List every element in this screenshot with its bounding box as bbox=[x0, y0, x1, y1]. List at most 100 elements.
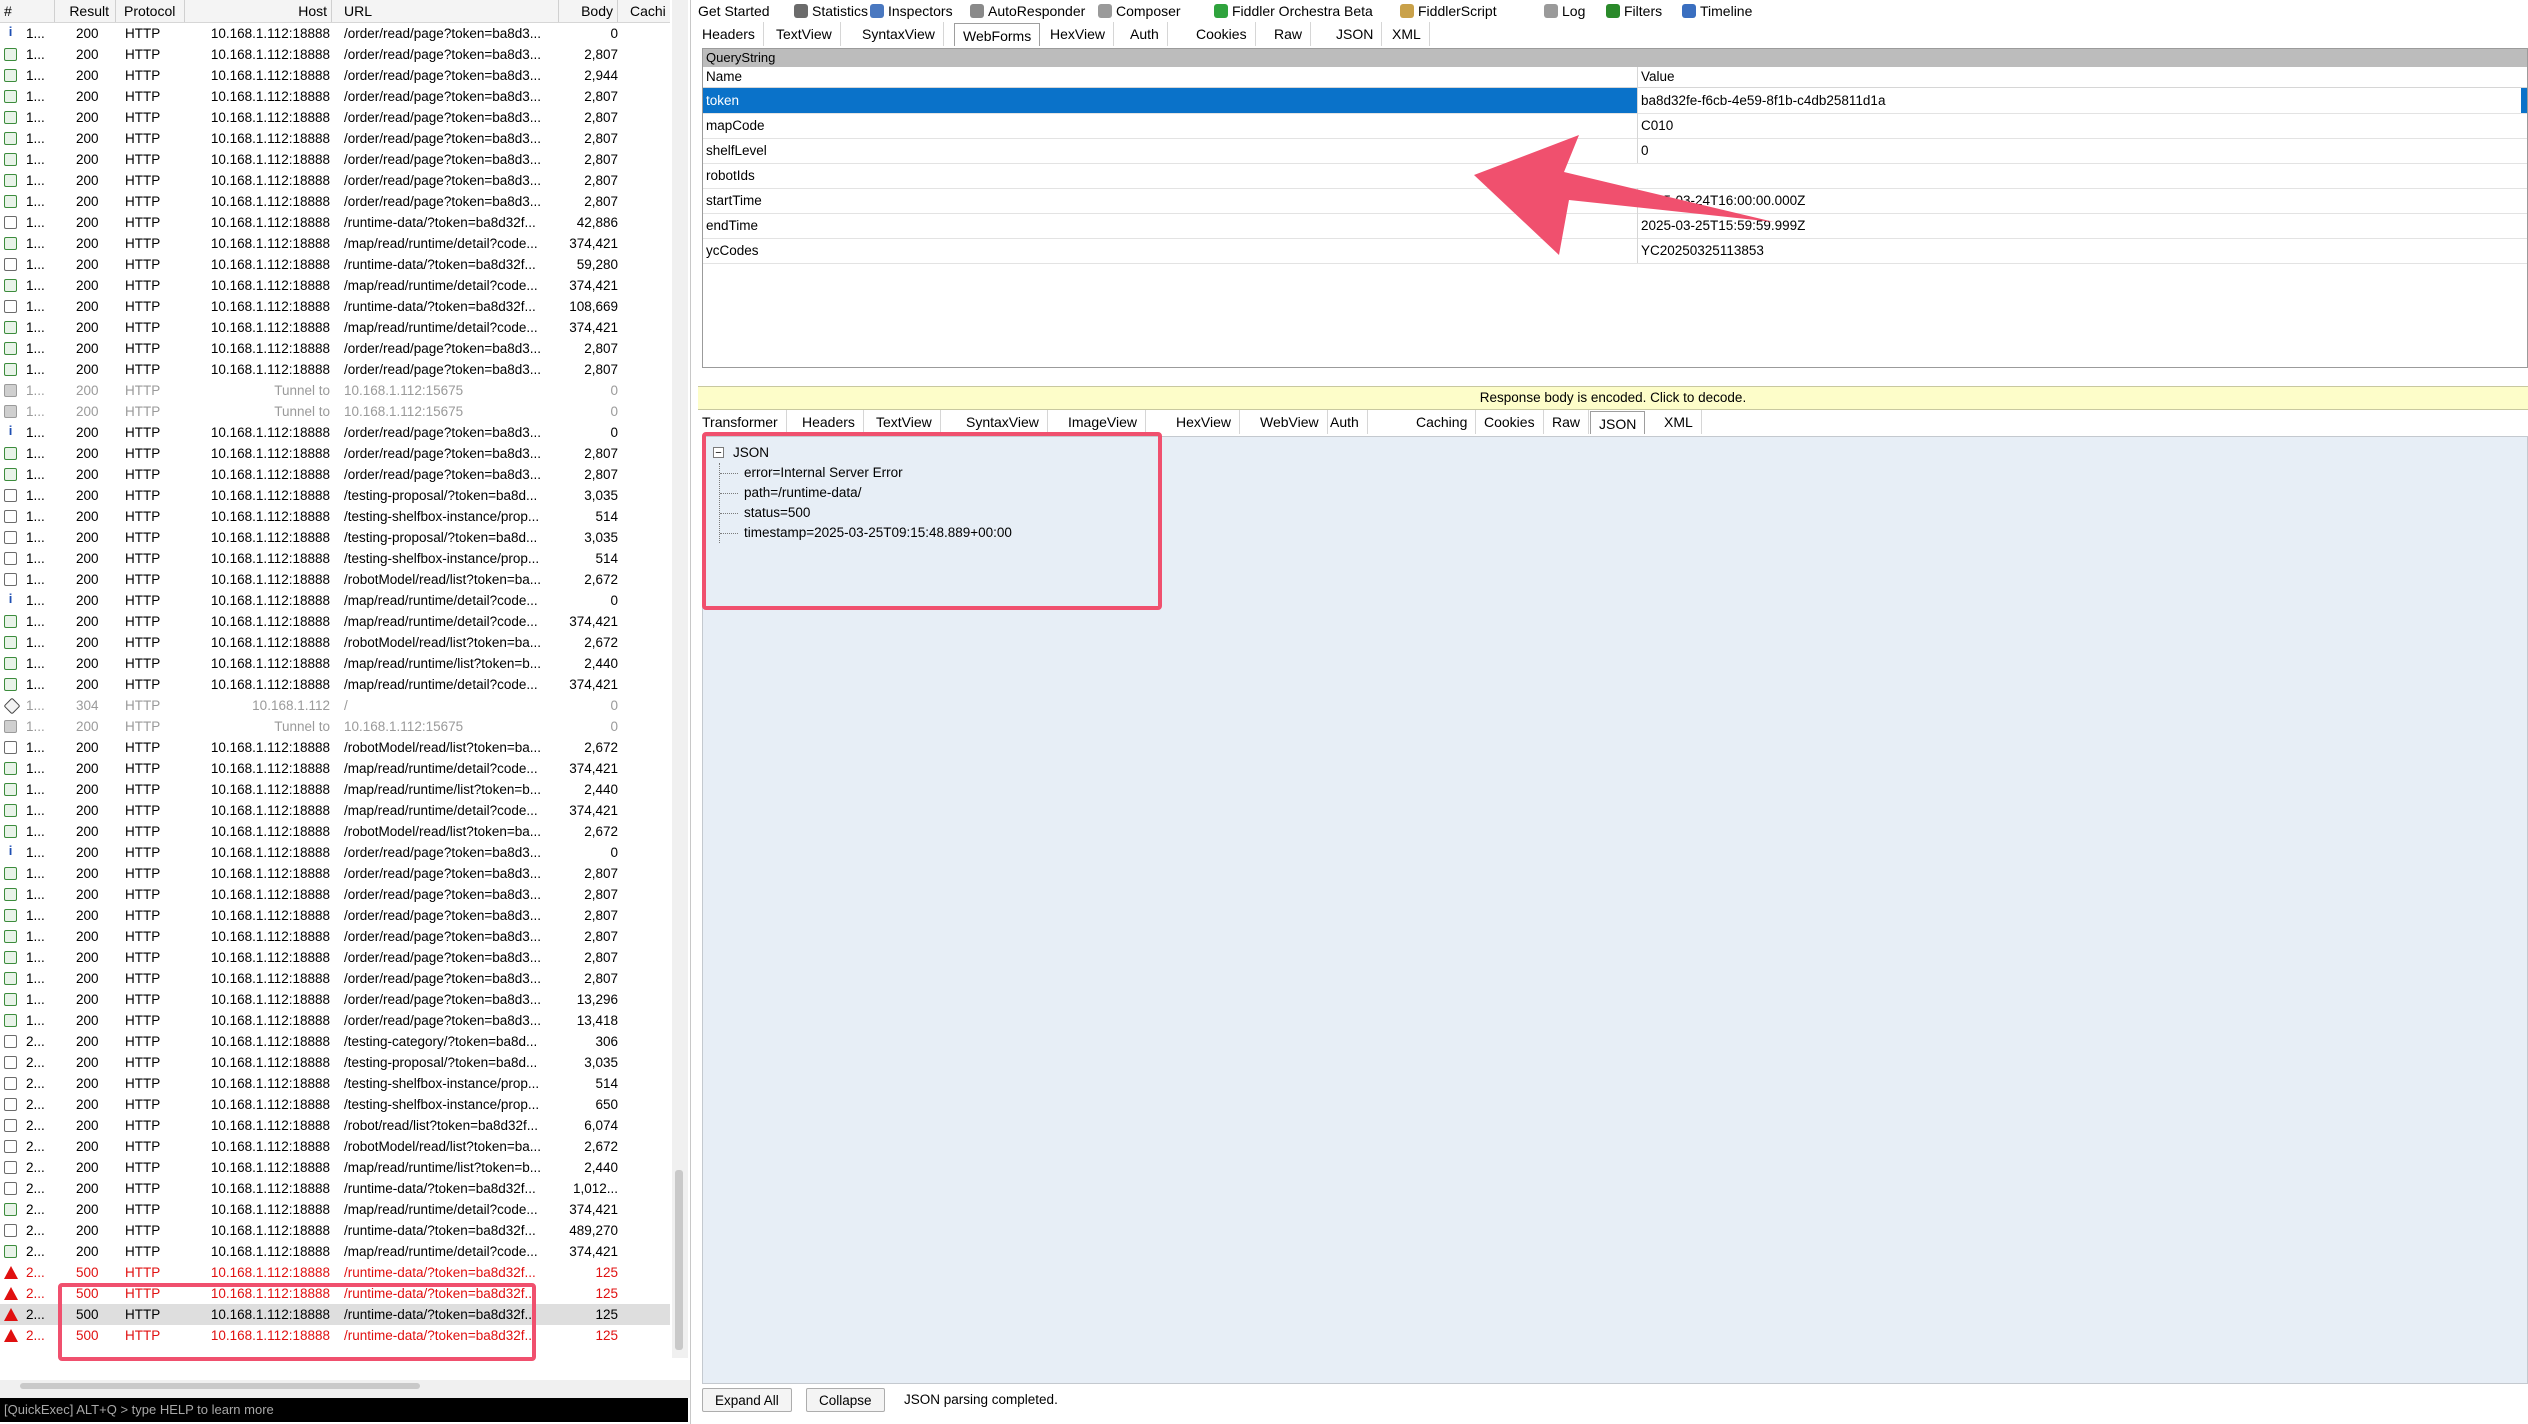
request-tab-json[interactable]: JSON bbox=[1328, 22, 1383, 46]
expand-all-button[interactable]: Expand All bbox=[702, 1388, 792, 1412]
main-tab-get-started[interactable]: Get Started bbox=[698, 0, 770, 22]
request-tab-auth[interactable]: Auth bbox=[1122, 22, 1168, 46]
session-row[interactable]: 1... 200 HTTP 10.168.1.112:18888/testing-pr… bbox=[0, 527, 670, 548]
decode-notice-bar[interactable]: Response body is encoded. Click to decod… bbox=[698, 386, 2528, 410]
session-row[interactable]: 1... 200 HTTP 10.168.1.112:18888/order/read… bbox=[0, 107, 670, 128]
col-header-caching[interactable]: Cachi bbox=[630, 0, 670, 22]
response-tab-syntaxview[interactable]: SyntaxView bbox=[958, 410, 1048, 434]
response-tab-raw[interactable]: Raw bbox=[1544, 410, 1590, 434]
main-tab-fiddlerscript[interactable]: FiddlerScript bbox=[1400, 0, 1497, 22]
session-row[interactable]: 1... 200 HTTP Tunnel to 10.168.1.112:15675 0 bbox=[0, 380, 670, 401]
session-row[interactable]: 1... 200 HTTP Tunnel to 10.168.1.112:15675 0 bbox=[0, 716, 670, 737]
session-row[interactable]: 1... 200 HTTP 10.168.1.112:18888/order/read… bbox=[0, 191, 670, 212]
session-row[interactable]: 1... 200 HTTP 10.168.1.112:18888/testing-sh… bbox=[0, 548, 670, 569]
session-row[interactable]: i 1... 200 HTTP 10.168.1.112:18888/order/rea… bbox=[0, 23, 670, 44]
response-tab-webview[interactable]: WebView bbox=[1252, 410, 1328, 434]
session-row[interactable]: 1... 200 HTTP Tunnel to 10.168.1.112:15675 0 bbox=[0, 401, 670, 422]
request-tab-syntaxview[interactable]: SyntaxView bbox=[854, 22, 944, 46]
session-row[interactable]: 1... 200 HTTP 10.168.1.112:18888/robotModel… bbox=[0, 737, 670, 758]
col-header-host[interactable]: Host bbox=[186, 0, 332, 22]
session-row[interactable]: 1... 200 HTTP 10.168.1.112:18888/order/read… bbox=[0, 170, 670, 191]
session-row[interactable]: 2... 200 HTTP 10.168.1.112:18888/map/read/r… bbox=[0, 1199, 670, 1220]
session-row[interactable]: 1... 200 HTTP 10.168.1.112:18888/order/read… bbox=[0, 926, 670, 947]
session-row[interactable]: 1... 200 HTTP 10.168.1.112:18888/robotModel… bbox=[0, 569, 670, 590]
response-tab-textview[interactable]: TextView bbox=[868, 410, 941, 434]
session-row[interactable]: 1... 200 HTTP 10.168.1.112:18888/order/read… bbox=[0, 149, 670, 170]
session-row[interactable]: 1... 200 HTTP 10.168.1.112:18888/order/read… bbox=[0, 968, 670, 989]
session-row[interactable]: 1... 200 HTTP 10.168.1.112:18888/order/read… bbox=[0, 464, 670, 485]
col-header-result[interactable]: Result bbox=[58, 0, 116, 22]
session-row[interactable]: 2... 200 HTTP 10.168.1.112:18888/testing-pr… bbox=[0, 1052, 670, 1073]
col-header-url[interactable]: URL bbox=[344, 0, 559, 22]
querystring-row[interactable]: token ba8d32fe-f6cb-4e59-8f1b-c4db25811d1… bbox=[703, 88, 2527, 114]
session-row[interactable]: 1... 200 HTTP 10.168.1.112:18888/order/read… bbox=[0, 989, 670, 1010]
session-row[interactable]: 1... 200 HTTP 10.168.1.112:18888/order/read… bbox=[0, 863, 670, 884]
session-row[interactable]: i 1... 200 HTTP 10.168.1.112:18888/map/read/… bbox=[0, 590, 670, 611]
session-row[interactable]: 1... 200 HTTP 10.168.1.112:18888/robotModel… bbox=[0, 632, 670, 653]
request-tab-webforms[interactable]: WebForms bbox=[954, 23, 1041, 46]
quickexec-input[interactable]: [QuickExec] ALT+Q > type HELP to learn m… bbox=[0, 1398, 688, 1422]
session-row[interactable]: 2... 200 HTTP 10.168.1.112:18888/map/read/r… bbox=[0, 1157, 670, 1178]
querystring-col-value[interactable]: Value bbox=[1637, 67, 1675, 87]
session-row[interactable]: 1... 200 HTTP 10.168.1.112:18888/order/read… bbox=[0, 947, 670, 968]
main-tab-inspectors[interactable]: Inspectors bbox=[870, 0, 953, 22]
horizontal-scroll-thumb[interactable] bbox=[20, 1383, 420, 1389]
session-row[interactable]: 1... 200 HTTP 10.168.1.112:18888/order/read… bbox=[0, 443, 670, 464]
col-header-num[interactable]: # bbox=[4, 0, 55, 22]
session-row[interactable]: 1... 200 HTTP 10.168.1.112:18888/map/read/r… bbox=[0, 233, 670, 254]
response-tab-transformer[interactable]: Transformer bbox=[694, 410, 787, 434]
session-row[interactable]: 1... 200 HTTP 10.168.1.112:18888/runtime-da… bbox=[0, 254, 670, 275]
request-tab-textview[interactable]: TextView bbox=[768, 22, 841, 46]
main-tab-fiddler-orchestra-beta[interactable]: Fiddler Orchestra Beta bbox=[1214, 0, 1373, 22]
session-row[interactable]: 1... 200 HTTP 10.168.1.112:18888/order/read… bbox=[0, 44, 670, 65]
session-row[interactable]: 2... 200 HTTP 10.168.1.112:18888/testing-ca… bbox=[0, 1031, 670, 1052]
session-row[interactable]: i 1... 200 HTTP 10.168.1.112:18888/order/rea… bbox=[0, 842, 670, 863]
session-row[interactable]: 1... 200 HTTP 10.168.1.112:18888/map/read/r… bbox=[0, 653, 670, 674]
session-row[interactable]: 1... 304 HTTP 10.168.1.112 / 0 bbox=[0, 695, 670, 716]
main-tab-log[interactable]: Log bbox=[1544, 0, 1585, 22]
main-tab-statistics[interactable]: Statistics bbox=[794, 0, 868, 22]
sessions-vertical-scrollbar[interactable] bbox=[672, 0, 688, 1358]
response-tab-cookies[interactable]: Cookies bbox=[1476, 410, 1544, 434]
session-row[interactable]: 2... 200 HTTP 10.168.1.112:18888/runtime-da… bbox=[0, 1178, 670, 1199]
main-tab-timeline[interactable]: Timeline bbox=[1682, 0, 1752, 22]
session-row[interactable]: 1... 200 HTTP 10.168.1.112:18888/robotModel… bbox=[0, 821, 670, 842]
session-row[interactable]: 1... 200 HTTP 10.168.1.112:18888/order/read… bbox=[0, 86, 670, 107]
session-row[interactable]: 2... 200 HTTP 10.168.1.112:18888/map/read/r… bbox=[0, 1241, 670, 1262]
session-row[interactable]: 1... 200 HTTP 10.168.1.112:18888/map/read/r… bbox=[0, 800, 670, 821]
session-row[interactable]: 1... 200 HTTP 10.168.1.112:18888/runtime-da… bbox=[0, 296, 670, 317]
response-tab-hexview[interactable]: HexView bbox=[1168, 410, 1240, 434]
querystring-col-name[interactable]: Name bbox=[706, 67, 742, 87]
session-row[interactable]: 1... 200 HTTP 10.168.1.112:18888/map/read/r… bbox=[0, 758, 670, 779]
request-tab-headers[interactable]: Headers bbox=[694, 22, 764, 46]
session-row[interactable]: 1... 200 HTTP 10.168.1.112:18888/map/read/r… bbox=[0, 275, 670, 296]
session-row[interactable]: 1... 200 HTTP 10.168.1.112:18888/map/read/r… bbox=[0, 674, 670, 695]
session-row[interactable]: 2... 200 HTTP 10.168.1.112:18888/testing-sh… bbox=[0, 1073, 670, 1094]
session-row[interactable]: 1... 200 HTTP 10.168.1.112:18888/order/read… bbox=[0, 65, 670, 86]
session-row[interactable]: 2... 200 HTTP 10.168.1.112:18888/robotModel… bbox=[0, 1136, 670, 1157]
session-row[interactable]: 1... 200 HTTP 10.168.1.112:18888/map/read/r… bbox=[0, 611, 670, 632]
session-row[interactable]: i 1... 200 HTTP 10.168.1.112:18888/order/rea… bbox=[0, 422, 670, 443]
request-tab-raw[interactable]: Raw bbox=[1266, 22, 1312, 46]
request-tab-xml[interactable]: XML bbox=[1384, 22, 1430, 46]
session-row[interactable]: 1... 200 HTTP 10.168.1.112:18888/order/read… bbox=[0, 359, 670, 380]
collapse-button[interactable]: Collapse bbox=[806, 1388, 885, 1412]
main-tab-composer[interactable]: Composer bbox=[1098, 0, 1181, 22]
col-header-protocol[interactable]: Protocol bbox=[124, 0, 185, 22]
session-row[interactable]: 1... 200 HTTP 10.168.1.112:18888/order/read… bbox=[0, 128, 670, 149]
response-tab-headers[interactable]: Headers bbox=[794, 410, 864, 434]
response-tab-xml[interactable]: XML bbox=[1656, 410, 1702, 434]
response-tab-json[interactable]: JSON bbox=[1590, 411, 1646, 434]
session-row[interactable]: 1... 200 HTTP 10.168.1.112:18888/order/read… bbox=[0, 884, 670, 905]
session-row[interactable]: 1... 200 HTTP 10.168.1.112:18888/order/read… bbox=[0, 338, 670, 359]
session-row[interactable]: 1... 200 HTTP 10.168.1.112:18888/map/read/r… bbox=[0, 317, 670, 338]
session-row[interactable]: 1... 200 HTTP 10.168.1.112:18888/order/read… bbox=[0, 905, 670, 926]
session-row[interactable]: 1... 200 HTTP 10.168.1.112:18888/testing-pr… bbox=[0, 485, 670, 506]
session-row[interactable]: 2... 200 HTTP 10.168.1.112:18888/robot/read… bbox=[0, 1115, 670, 1136]
request-tab-cookies[interactable]: Cookies bbox=[1188, 22, 1256, 46]
session-row[interactable]: 1... 200 HTTP 10.168.1.112:18888/runtime-da… bbox=[0, 212, 670, 233]
response-tab-imageview[interactable]: ImageView bbox=[1060, 410, 1147, 434]
session-row[interactable]: 2... 200 HTTP 10.168.1.112:18888/runtime-da… bbox=[0, 1220, 670, 1241]
col-header-body[interactable]: Body bbox=[560, 0, 618, 22]
session-row[interactable]: 2... 500 HTTP 10.168.1.112:18888/runtime-da… bbox=[0, 1262, 670, 1283]
